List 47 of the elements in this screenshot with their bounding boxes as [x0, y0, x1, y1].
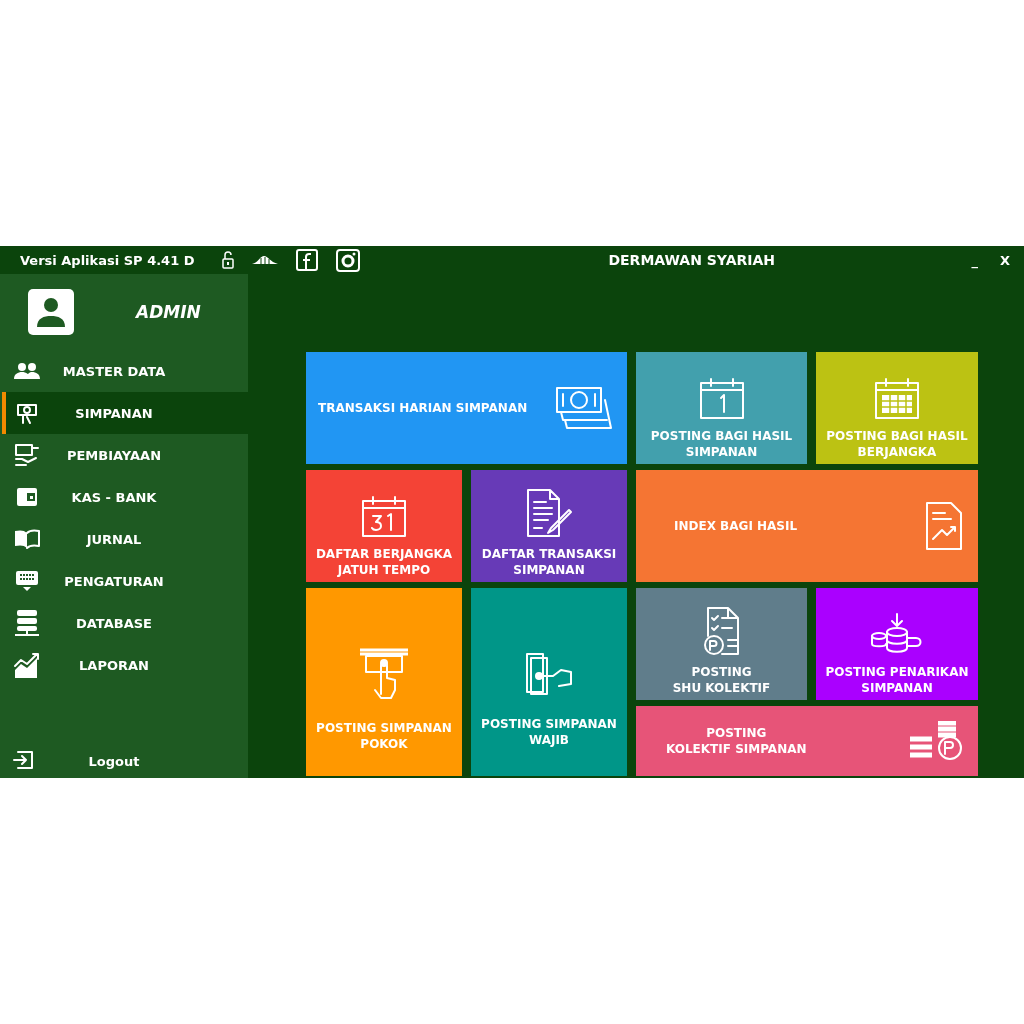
menu-tile[interactable]: POSTING SIMPANAN WAJIB [471, 588, 627, 776]
user-name: ADMIN [136, 302, 201, 322]
menu-tile[interactable]: POSTING PENARIKAN SIMPANAN [816, 588, 978, 700]
menu-tile[interactable]: POSTING SHU KOLEKTIF [636, 588, 807, 700]
sidebar-item[interactable]: SIMPANAN [2, 392, 248, 434]
menu-label: PEMBIAYAAN [65, 447, 163, 463]
menu-label: PENGATURAN [63, 573, 165, 589]
coins-icon [871, 612, 923, 656]
document-chart-icon [924, 501, 964, 551]
instagram-icon[interactable] [336, 248, 360, 272]
menu-label: JURNAL [85, 531, 143, 547]
calendar-icon [698, 378, 745, 420]
menu-label: MASTER DATA [61, 363, 167, 379]
document-pen-icon [525, 488, 573, 538]
menu-label: DATABASE [75, 615, 153, 631]
logo-icon[interactable] [252, 255, 278, 265]
coins-icon [908, 721, 964, 761]
sidebar-item[interactable]: MASTER DATA [2, 350, 248, 392]
atm-icon [359, 648, 409, 700]
menu-tile[interactable]: DAFTAR BERJANGKA JATUH TEMPO [306, 470, 462, 582]
close-button[interactable]: X [991, 252, 1018, 268]
sidebar-item[interactable]: JURNAL [2, 518, 248, 560]
menu-label: SIMPANAN [74, 405, 154, 421]
menu-tile[interactable]: POSTING KOLEKTIF SIMPANAN [636, 706, 978, 776]
sidebar-item[interactable]: DATABASE [2, 602, 248, 644]
padlock-icon [222, 251, 234, 269]
menu-label: LAPORAN [78, 657, 150, 673]
server-icon [12, 609, 42, 637]
facebook-icon[interactable] [296, 249, 318, 271]
book-icon [12, 529, 42, 549]
sidebar-item[interactable]: LAPORAN [2, 644, 248, 686]
version-label: Versi Aplikasi SP 4.41 D [19, 252, 196, 268]
calendar-icon [874, 378, 920, 420]
menu-label: KAS - BANK [70, 489, 158, 505]
user-avatar-icon [28, 289, 74, 335]
people-icon [12, 362, 42, 380]
hand-cash-icon [525, 652, 573, 696]
minimize-button[interactable]: _ [963, 252, 986, 268]
calendar-icon [361, 496, 407, 538]
app-title: DERMAWAN SYARIAH [607, 252, 777, 268]
chart-icon [12, 652, 42, 678]
sidebar-item[interactable]: KAS - BANK [2, 476, 248, 518]
logout-link[interactable]: Logout [42, 750, 248, 769]
banknotes-icon [555, 386, 613, 430]
menu-tile[interactable]: DAFTAR TRANSAKSI SIMPANAN [471, 470, 627, 582]
sidebar-item[interactable]: PENGATURAN [2, 560, 248, 602]
sidebar-item[interactable]: PEMBIAYAAN [2, 434, 248, 476]
